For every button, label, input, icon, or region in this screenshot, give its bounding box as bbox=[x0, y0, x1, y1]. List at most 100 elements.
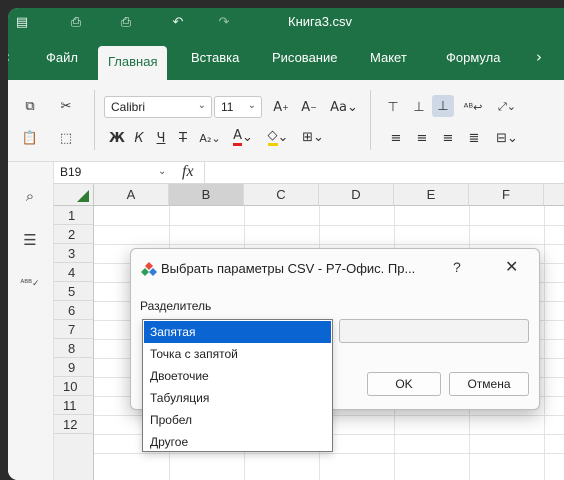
decrease-font-icon[interactable]: A − bbox=[298, 96, 320, 118]
merge-cells-icon[interactable]: ⊟⌄ bbox=[490, 128, 524, 148]
justify-icon[interactable]: ≣ bbox=[464, 128, 484, 148]
italic-icon[interactable]: К bbox=[130, 128, 148, 148]
ribbon-separator bbox=[370, 90, 371, 150]
grid-line bbox=[94, 244, 564, 245]
grid-line bbox=[94, 225, 564, 226]
left-panel: ⌕ ☰ ᴬᴮᴮ✓ bbox=[8, 162, 54, 480]
bold-icon[interactable]: Ж bbox=[108, 128, 126, 148]
spellcheck-icon[interactable]: ᴬᴮᴮ✓ bbox=[18, 272, 42, 296]
increase-font-icon[interactable]: A + bbox=[270, 96, 292, 118]
search-icon[interactable]: ⌕ bbox=[18, 184, 42, 208]
row-header[interactable]: 3 bbox=[54, 244, 94, 263]
align-left-icon[interactable]: ≡ bbox=[386, 128, 406, 148]
app-menu-icon[interactable]: ▤ bbox=[12, 12, 32, 32]
wrap-text-icon[interactable]: ᴬᴮ↩ bbox=[460, 96, 486, 118]
copy-icon[interactable]: ⧉ bbox=[20, 96, 40, 116]
text-orientation-icon[interactable]: ⤢⌄ bbox=[490, 96, 524, 118]
row-header[interactable]: 7 bbox=[54, 320, 94, 339]
tabs-scroll-left-icon[interactable]: ‹ bbox=[8, 48, 10, 66]
subscript-icon[interactable]: A₂⌄ bbox=[196, 128, 224, 148]
cut-icon[interactable]: ✂ bbox=[56, 96, 76, 116]
tab-file[interactable]: Файл bbox=[46, 50, 78, 65]
tabs-scroll-right-icon[interactable]: › bbox=[536, 48, 542, 66]
row-header[interactable]: 6 bbox=[54, 301, 94, 320]
chevron-down-icon[interactable]: ⌄ bbox=[158, 166, 166, 177]
fill-color-icon[interactable]: ◇ ⌄ bbox=[262, 126, 294, 148]
align-bottom-icon[interactable]: ⊥ bbox=[432, 95, 454, 117]
dialog-title: Выбрать параметры CSV - Р7-Офис. Пр... bbox=[161, 261, 416, 276]
corner-triangle-icon bbox=[77, 190, 89, 202]
column-header-g[interactable] bbox=[544, 184, 564, 206]
row-header[interactable]: 1 bbox=[54, 206, 94, 225]
align-top-icon[interactable]: ⊤ bbox=[382, 96, 404, 118]
change-case-icon[interactable]: Aa⌄ bbox=[326, 96, 362, 118]
help-icon[interactable]: ? bbox=[453, 259, 461, 275]
formula-input[interactable] bbox=[204, 162, 564, 184]
strikethrough-icon[interactable]: Т bbox=[174, 128, 192, 148]
tab-layout[interactable]: Макет bbox=[370, 50, 407, 65]
column-header-e[interactable]: E bbox=[394, 184, 469, 206]
font-size-value: 11 bbox=[221, 100, 234, 114]
tab-insert[interactable]: Вставка bbox=[191, 50, 239, 65]
redo-icon[interactable]: ↷ bbox=[214, 12, 234, 32]
custom-delimiter-input[interactable] bbox=[339, 319, 529, 343]
delimiter-label: Разделитель bbox=[140, 299, 212, 313]
grid-line bbox=[94, 453, 564, 454]
cancel-button[interactable]: Отмена bbox=[449, 372, 529, 396]
chevron-down-icon: ⌄ bbox=[247, 100, 256, 111]
delimiter-option-other[interactable]: Другое bbox=[144, 431, 331, 453]
row-header[interactable]: 9 bbox=[54, 358, 94, 377]
row-header[interactable]: 2 bbox=[54, 225, 94, 244]
comments-icon[interactable]: ☰ bbox=[18, 228, 42, 252]
row-header[interactable]: 10 bbox=[54, 377, 94, 396]
delimiter-option-semicolon[interactable]: Точка с запятой bbox=[144, 343, 331, 365]
undo-icon[interactable]: ↶ bbox=[168, 12, 188, 32]
row-header[interactable]: 8 bbox=[54, 339, 94, 358]
ribbon-separator bbox=[94, 90, 95, 150]
delimiter-option-tab[interactable]: Табуляция bbox=[144, 387, 331, 409]
window-title: Книга3.csv bbox=[288, 14, 353, 29]
name-box[interactable]: B19 bbox=[60, 165, 81, 179]
row-header[interactable]: 4 bbox=[54, 263, 94, 282]
font-name-select[interactable]: Calibri ⌄ bbox=[104, 96, 212, 118]
tab-draw[interactable]: Рисование bbox=[272, 50, 337, 65]
align-right-icon[interactable]: ≡ bbox=[438, 128, 458, 148]
grid-line bbox=[544, 206, 545, 480]
app-window: ▤ ⎙ ⎙ ↶ ↷ Книга3.csv ‹ Файл Главная Вста… bbox=[8, 8, 564, 480]
row-header[interactable]: 11 bbox=[54, 396, 94, 415]
formula-bar: B19 ⌄ fx bbox=[54, 162, 564, 184]
column-header-a[interactable]: A bbox=[94, 184, 169, 206]
quick-print-icon[interactable]: ⎙ bbox=[116, 12, 136, 32]
r7-logo-icon bbox=[141, 262, 157, 276]
ribbon-toolbar: ⧉ ✂ 📋 ⬚ Calibri ⌄ 11 ⌄ A + A − Aa⌄ ⊤ ⊥ ⊥ ᴬ… bbox=[8, 80, 564, 162]
align-middle-icon[interactable]: ⊥ bbox=[408, 96, 430, 118]
tab-formula[interactable]: Формула bbox=[446, 50, 500, 65]
format-painter-icon[interactable]: ⬚ bbox=[56, 128, 76, 148]
close-icon[interactable]: ✕ bbox=[505, 257, 518, 276]
ok-button[interactable]: OK bbox=[367, 372, 441, 396]
chevron-down-icon: ⌄ bbox=[197, 100, 206, 111]
row-header[interactable]: 5 bbox=[54, 282, 94, 301]
ribbon-tabs: ‹ Файл Главная Вставка Рисование Макет Ф… bbox=[8, 36, 564, 80]
align-center-icon[interactable]: ≡ bbox=[412, 128, 432, 148]
column-header-f[interactable]: F bbox=[469, 184, 544, 206]
column-header-d[interactable]: D bbox=[319, 184, 394, 206]
font-color-icon[interactable]: A ⌄ bbox=[228, 126, 258, 148]
print-icon[interactable]: ⎙ bbox=[66, 12, 86, 32]
delimiter-option-colon[interactable]: Двоеточие bbox=[144, 365, 331, 387]
column-header-c[interactable]: C bbox=[244, 184, 319, 206]
underline-icon[interactable]: Ч bbox=[152, 128, 170, 148]
borders-icon[interactable]: ⊞⌄ bbox=[298, 126, 328, 148]
delimiter-option-comma[interactable]: Запятая bbox=[144, 321, 331, 343]
select-all-corner[interactable] bbox=[54, 184, 94, 206]
tab-home[interactable]: Главная bbox=[98, 46, 168, 80]
delimiter-dropdown-list[interactable]: Запятая Точка с запятой Двоеточие Табуля… bbox=[142, 319, 333, 452]
delimiter-option-space[interactable]: Пробел bbox=[144, 409, 331, 431]
paste-icon[interactable]: 📋 bbox=[20, 128, 40, 148]
column-header-b[interactable]: B bbox=[169, 184, 244, 206]
row-header[interactable]: 12 bbox=[54, 415, 94, 434]
font-size-select[interactable]: 11 ⌄ bbox=[214, 96, 262, 118]
title-bar: ▤ ⎙ ⎙ ↶ ↷ Книга3.csv bbox=[8, 8, 564, 36]
row-header-filler bbox=[54, 434, 94, 480]
fx-icon[interactable]: fx bbox=[182, 163, 194, 181]
